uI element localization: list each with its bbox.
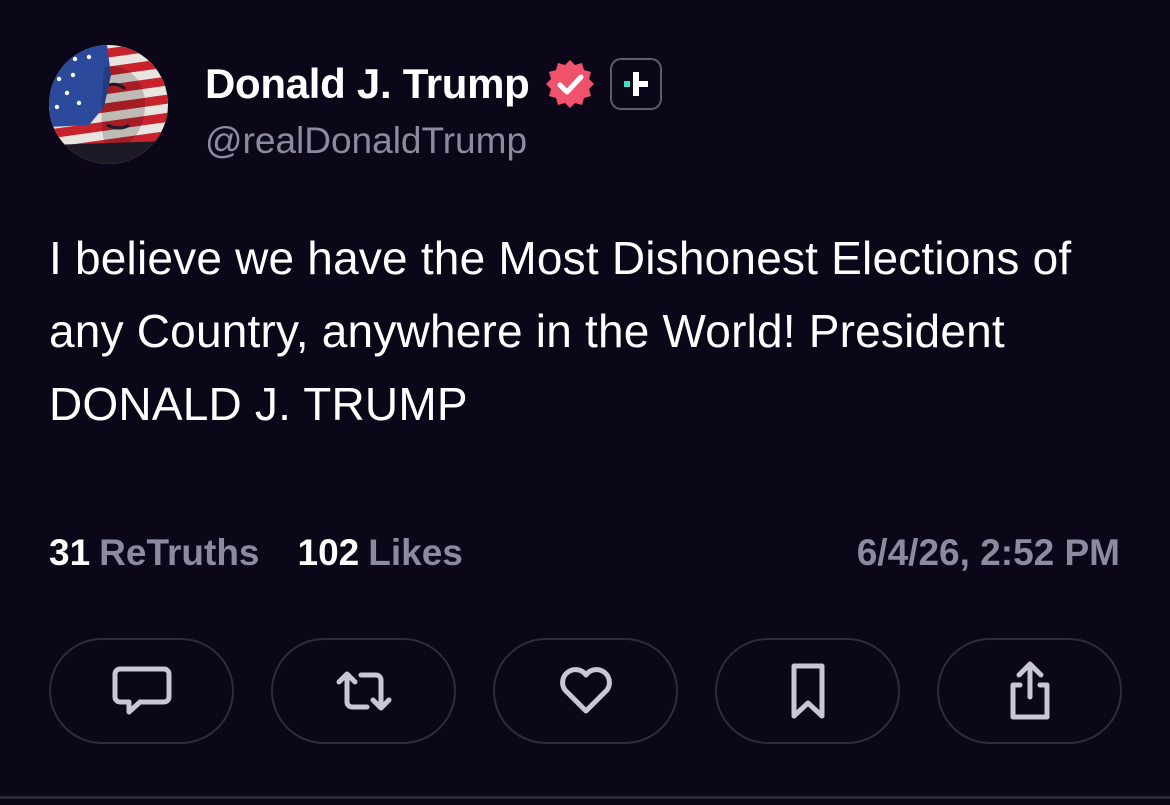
- comment-icon: [112, 666, 171, 715]
- verified-badge-icon: [545, 60, 594, 108]
- retruth-icon: [336, 671, 391, 711]
- retruths-count[interactable]: 31: [49, 532, 90, 574]
- post-text: I believe we have the Most Dishonest Ele…: [49, 232, 1085, 430]
- share-button[interactable]: [937, 638, 1122, 744]
- truth-post: Donald J. Trump @realDonaldTrump I belie…: [0, 0, 1170, 805]
- action-bar: [49, 638, 1122, 744]
- post-timestamp: 6/4/26, 2:52 PM: [856, 532, 1120, 573]
- share-icon: [1010, 661, 1049, 720]
- retruths-label[interactable]: ReTruths: [99, 532, 259, 574]
- post-stats: 31 ReTruths 102 Likes: [49, 528, 463, 578]
- likes-count[interactable]: 102: [298, 532, 360, 574]
- retruth-button[interactable]: [271, 638, 456, 744]
- author-handle[interactable]: @realDonaldTrump: [205, 120, 527, 162]
- like-button[interactable]: [493, 638, 678, 744]
- author-name-row: Donald J. Trump: [205, 58, 662, 110]
- bookmark-button[interactable]: [715, 638, 900, 744]
- flag-face-avatar-icon: [49, 45, 168, 164]
- plus-subscription-badge: [609, 58, 662, 110]
- bookmark-icon: [791, 663, 824, 719]
- heart-icon: [559, 667, 612, 714]
- post-divider: [0, 796, 1170, 799]
- avatar[interactable]: [49, 45, 168, 164]
- author-display-name[interactable]: Donald J. Trump: [205, 60, 530, 108]
- likes-label[interactable]: Likes: [368, 532, 463, 574]
- reply-button[interactable]: [49, 638, 234, 744]
- plus-subscription-icon: [623, 72, 648, 96]
